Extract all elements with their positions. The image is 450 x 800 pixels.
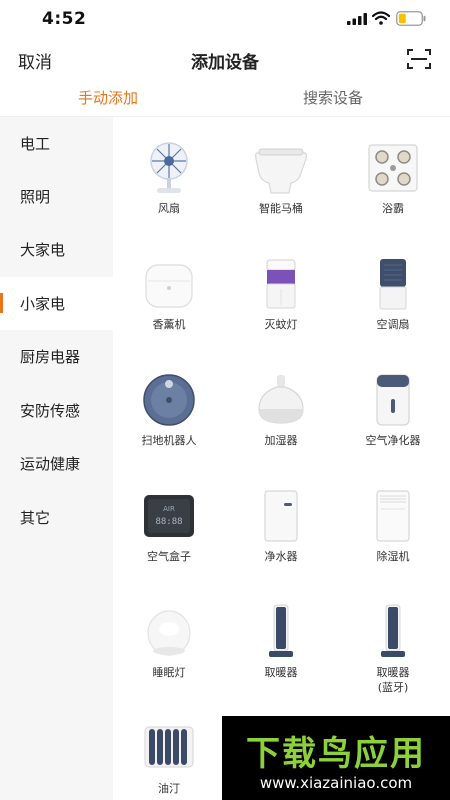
category-sidebar: 电工 照明 大家电 小家电 厨房电器 安防传感 运动健康 其它 [0,117,113,800]
battery-icon [396,11,426,26]
sidebar-item-large-appliances[interactable]: 大家电 [0,223,113,276]
device-label: 除湿机 [376,550,410,563]
device-label: 空气盒子 [147,550,191,563]
tab-bar: 手动添加 搜索设备 [0,82,450,116]
device-aroma-diffuser[interactable]: 香薰机 [113,233,225,349]
device-humidifier[interactable]: 加湿器 [225,349,337,465]
device-label: 睡眠灯 [152,666,186,679]
bath-heater-icon [368,144,418,192]
air-purifier-icon [376,374,410,426]
air-box-reading: 88:88 [155,517,182,527]
mosquito-lamp-icon [266,259,296,309]
cancel-button[interactable]: 取消 [18,48,52,73]
page-title: 添加设备 [191,53,259,73]
aroma-diffuser-icon [145,264,193,308]
fan-icon [150,142,188,193]
sidebar-item-health[interactable]: 运动健康 [0,437,113,490]
humidifier-icon [258,375,304,424]
device-bath-heater[interactable]: 浴霸 [337,117,449,233]
device-oil-heater[interactable]: 油汀 [113,697,225,800]
device-water-purifier[interactable]: 净水器 [225,465,337,581]
device-label: 加湿器 [264,434,298,447]
device-label: 智能马桶 [259,202,303,215]
device-heater-bluetooth[interactable]: 取暖器 (蓝牙) [337,581,449,697]
device-air-box[interactable]: AIR 88:88 空气盒子 [113,465,225,581]
device-grid: 风扇 智能马桶 浴霸 香薰机 灭蚊灯 空调扇 扫地机器人 加湿器 空气净化器 A… [113,117,450,800]
device-label: 取暖器 (蓝牙) [376,666,410,694]
signal-icon [347,13,367,25]
device-label: 净水器 [264,550,298,563]
sidebar-item-label: 其它 [20,509,51,527]
device-label: 空调扇 [376,318,410,331]
device-label: 取暖器 [264,666,298,679]
device-label: 扫地机器人 [141,434,197,447]
sidebar-item-security[interactable]: 安防传感 [0,384,113,437]
watermark-overlay: 下载鸟应用 www.xiazainiao.com [222,716,450,800]
scan-icon[interactable] [407,49,431,69]
heater-bluetooth-icon [381,604,405,657]
air-box-label: AIR [163,505,175,513]
device-robot-vacuum[interactable]: 扫地机器人 [113,349,225,465]
sidebar-item-label: 照明 [20,188,51,206]
water-purifier-icon [264,490,298,542]
sidebar-item-label: 小家电 [20,295,66,313]
watermark-brand: 下载鸟应用 [246,734,426,774]
device-sleep-lamp[interactable]: 睡眠灯 [113,581,225,697]
sidebar-item-label: 运动健康 [20,455,81,473]
device-heater[interactable]: 取暖器 [225,581,337,697]
tab-manual-add[interactable]: 手动添加 [78,87,138,108]
robot-vacuum-icon [143,374,195,426]
device-label: 油汀 [158,782,180,795]
device-air-cooler[interactable]: 空调扇 [337,233,449,349]
air-cooler-icon [379,259,407,310]
wifi-icon [372,11,390,25]
nav-bar: 添加设备 取消 [0,40,450,80]
dehumidifier-icon [376,490,410,542]
device-mosquito-lamp[interactable]: 灭蚊灯 [225,233,337,349]
device-air-purifier[interactable]: 空气净化器 [337,349,449,465]
active-indicator [0,293,3,313]
sidebar-item-label: 厨房电器 [20,348,81,366]
device-label: 香薰机 [152,318,186,331]
device-smart-toilet[interactable]: 智能马桶 [225,117,337,233]
watermark-url: www.xiazainiao.com [259,774,413,792]
sidebar-item-label: 电工 [20,135,51,153]
heater-icon [269,604,293,657]
oil-heater-icon [144,726,194,768]
device-label: 浴霸 [382,202,404,215]
air-box-icon: AIR 88:88 [144,495,194,537]
sidebar-item-label: 大家电 [20,241,66,259]
sidebar-item-electrician[interactable]: 电工 [0,117,113,170]
device-label: 空气净化器 [365,434,421,447]
tab-search-device[interactable]: 搜索设备 [303,87,363,108]
device-dehumidifier[interactable]: 除湿机 [337,465,449,581]
device-label: 风扇 [158,202,180,215]
sidebar-item-other[interactable]: 其它 [0,491,113,544]
sidebar-item-lighting[interactable]: 照明 [0,170,113,223]
status-bar: 4:52 [0,0,450,38]
sleep-lamp-icon [147,610,191,656]
sidebar-item-kitchen[interactable]: 厨房电器 [0,330,113,383]
sidebar-item-small-appliances[interactable]: 小家电 [0,277,113,330]
device-fan[interactable]: 风扇 [113,117,225,233]
toilet-icon [255,148,307,194]
status-time: 4:52 [42,9,87,29]
device-label: 灭蚊灯 [264,318,298,331]
sidebar-item-label: 安防传感 [20,402,81,420]
